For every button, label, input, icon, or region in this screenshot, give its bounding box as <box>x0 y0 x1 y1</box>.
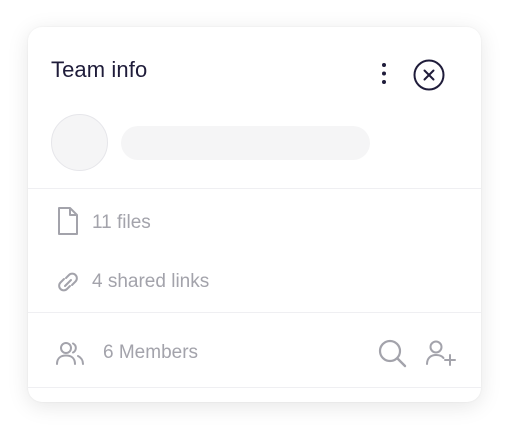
shared-links-label: 4 shared links <box>92 271 210 292</box>
divider <box>28 387 481 388</box>
close-circle-icon <box>413 59 445 91</box>
members-row: 6 Members <box>28 335 481 371</box>
shared-links-item[interactable]: 4 shared links <box>28 264 481 300</box>
more-vertical-icon <box>382 63 386 84</box>
file-icon <box>58 207 78 235</box>
team-avatar-placeholder <box>51 114 108 171</box>
team-name-placeholder <box>121 126 370 160</box>
search-members-button[interactable] <box>377 335 409 376</box>
search-icon <box>378 339 407 368</box>
files-count-label: 11 files <box>92 212 151 233</box>
users-icon <box>56 342 84 365</box>
more-options-button[interactable] <box>373 59 395 89</box>
panel-title: Team info <box>51 57 148 82</box>
divider <box>28 188 481 189</box>
link-icon <box>58 272 78 292</box>
team-info-panel: Team info 11 files 4 shared links 6 Memb… <box>28 27 481 402</box>
user-plus-icon <box>426 340 456 366</box>
add-member-button[interactable] <box>424 335 458 376</box>
files-item[interactable]: 11 files <box>28 205 481 241</box>
members-count-label: 6 Members <box>103 342 199 363</box>
panel-header: Team info <box>28 27 481 115</box>
close-button[interactable] <box>412 58 446 92</box>
divider <box>28 312 481 313</box>
